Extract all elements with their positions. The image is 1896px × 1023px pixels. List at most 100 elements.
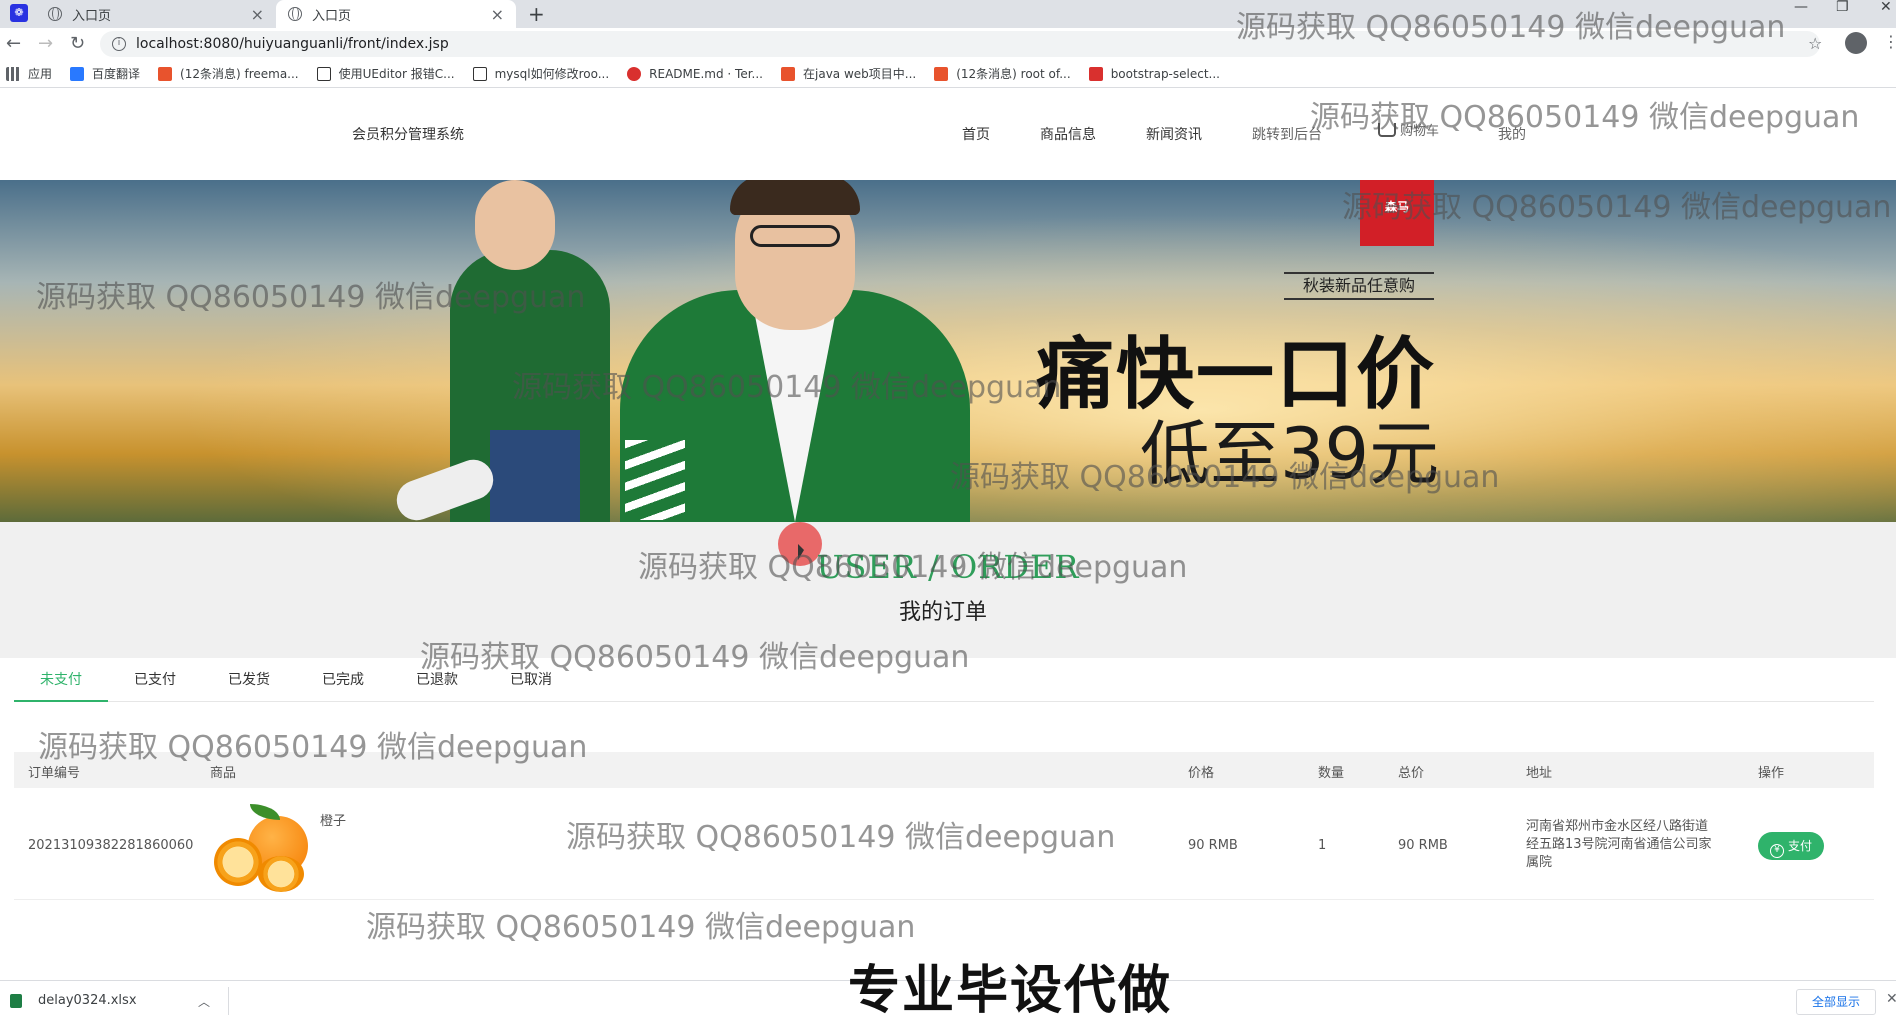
price: 90 RMB <box>1188 838 1238 853</box>
bookmark-label: (12条消息) root of... <box>956 67 1071 81</box>
tab-shipped[interactable]: 已发货 <box>202 664 296 702</box>
restore-icon[interactable]: ❐ <box>1836 0 1849 14</box>
pay-button[interactable]: ¥ 支付 <box>1758 832 1824 860</box>
bookmark-item[interactable]: (12条消息) freema... <box>158 65 299 82</box>
bookmark-item[interactable]: 百度翻译 <box>70 65 140 82</box>
back-arrow-icon[interactable]: ← <box>6 33 21 54</box>
col-qty: 数量 <box>1318 766 1345 781</box>
reload-icon[interactable]: ↻ <box>70 33 85 54</box>
shopping-cart-icon <box>1378 123 1396 137</box>
close-icon[interactable]: × <box>491 5 504 24</box>
col-total: 总价 <box>1398 766 1425 781</box>
nav-products[interactable]: 商品信息 <box>1040 124 1096 144</box>
col-order-no: 订单编号 <box>28 766 81 781</box>
nav-news[interactable]: 新闻资讯 <box>1146 124 1202 144</box>
close-icon[interactable]: × <box>251 5 264 24</box>
address-line: 经五路13号院河南省通信公司家 <box>1526 837 1712 852</box>
browser-tab-1[interactable]: 入口页 × <box>36 0 276 28</box>
bookmark-item[interactable]: README.md · Ter... <box>627 66 763 81</box>
window-close-icon[interactable]: ✕ <box>1880 0 1892 14</box>
banner-subtitle: 秋装新品任意购 <box>1284 272 1434 300</box>
address-line: 属院 <box>1526 855 1553 870</box>
bookmark-star-icon[interactable]: ☆ <box>1808 34 1822 53</box>
pay-button-label: 支付 <box>1787 839 1812 853</box>
order-status-tabs: 未支付 已支付 已发货 已完成 已退款 已取消 <box>14 664 1874 702</box>
gitee-icon <box>627 66 642 81</box>
overlay-caption: 专业毕设代做 <box>847 961 1172 1021</box>
bookmark-label: 使用UEditor 报错C... <box>338 67 455 81</box>
globe-icon <box>48 7 62 21</box>
jianshu-icon <box>1088 66 1103 81</box>
nav-mine[interactable]: 我的 <box>1498 124 1526 144</box>
browser-tab-strip: ❁ 入口页 × 入口页 × + — ❐ ✕ <box>0 0 1896 28</box>
nav-cart-label: 购物车 <box>1400 124 1440 139</box>
watermark: 源码获取 QQ86050149 微信deepguan <box>366 910 916 945</box>
forward-arrow-icon[interactable]: → <box>38 33 53 54</box>
tab-paid[interactable]: 已支付 <box>108 664 202 702</box>
info-icon[interactable]: i <box>112 37 126 51</box>
promo-banner[interactable]: 森马 秋装新品任意购 痛快一口价 低至39元 <box>0 180 1896 522</box>
csdn-icon <box>158 66 173 81</box>
bookmark-label: 应用 <box>28 67 53 81</box>
address-line: 河南省郑州市金水区经八路街道 <box>1526 819 1709 834</box>
bookmark-item[interactable]: 使用UEditor 报错C... <box>316 65 455 82</box>
bookmark-label: mysql如何修改roo... <box>494 67 610 81</box>
site-header: 会员积分管理系统 首页 商品信息 新闻资讯 跳转到后台 购物车 我的 <box>0 88 1896 180</box>
bookmark-item[interactable]: mysql如何修改roo... <box>472 65 610 82</box>
table-row: 20213109382281860060 橙子 90 RMB 1 90 RMB … <box>14 790 1874 900</box>
section-title-cn: 我的订单 <box>898 600 987 625</box>
bookmark-label: (12条消息) freema... <box>180 67 299 81</box>
bookmark-label: README.md · Ter... <box>649 66 763 81</box>
tab-cancelled[interactable]: 已取消 <box>484 664 578 702</box>
order-table-header: 订单编号 商品 价格 数量 总价 地址 操作 <box>14 752 1874 788</box>
bookmarks-bar: 应用 百度翻译 (12条消息) freema... 使用UEditor 报错C.… <box>0 60 1896 88</box>
profile-avatar-icon[interactable] <box>1845 32 1867 54</box>
csdn-icon <box>781 66 795 81</box>
banner-price: 低至39元 <box>1140 413 1440 495</box>
tab-unpaid[interactable]: 未支付 <box>14 664 108 702</box>
col-action: 操作 <box>1758 766 1785 781</box>
site-logo[interactable]: 会员积分管理系统 <box>352 124 464 144</box>
kebab-menu-icon[interactable]: ⋮ <box>1883 32 1896 51</box>
tab-completed[interactable]: 已完成 <box>296 664 390 702</box>
nav-home[interactable]: 首页 <box>962 124 990 144</box>
bookmark-item[interactable]: (12条消息) root of... <box>934 65 1071 82</box>
url-input[interactable]: i localhost:8080/huiyuanguanli/front/ind… <box>100 31 1820 57</box>
product-name: 橙子 <box>320 814 347 829</box>
col-product: 商品 <box>210 766 237 781</box>
bookmark-item[interactable]: 在java web项目中... <box>781 65 916 82</box>
banner-sleeve-stripes <box>625 440 685 520</box>
tab-title: 入口页 <box>312 8 352 24</box>
order-no: 20213109382281860060 <box>28 838 194 853</box>
bookmark-label: 在java web项目中... <box>803 67 917 81</box>
order-section-header <box>0 522 1896 658</box>
brand-logo: 森马 <box>1360 180 1434 246</box>
nav-admin[interactable]: 跳转到后台 <box>1252 124 1322 144</box>
total: 90 RMB <box>1398 838 1448 853</box>
browser-tab-2[interactable]: 入口页 × <box>276 0 516 28</box>
url-text: localhost:8080/huiyuanguanli/front/index… <box>136 36 449 52</box>
bookmark-label: bootstrap-select... <box>1110 66 1220 81</box>
minimize-icon[interactable]: — <box>1794 0 1808 14</box>
address-bar-row: ← → ↻ i localhost:8080/huiyuanguanli/fro… <box>0 28 1896 60</box>
product-image[interactable] <box>210 802 314 892</box>
tab-refunded[interactable]: 已退款 <box>390 664 484 702</box>
bookmark-site-icon <box>472 66 487 81</box>
address: 河南省郑州市金水区经八路街道 经五路13号院河南省通信公司家 属院 <box>1526 818 1712 872</box>
globe-icon <box>288 7 302 21</box>
translate-icon <box>70 66 85 81</box>
quantity: 1 <box>1318 838 1327 853</box>
tab-title: 入口页 <box>72 8 112 24</box>
bookmark-item[interactable]: bootstrap-select... <box>1088 66 1220 81</box>
section-title-en: USER / ORDER <box>816 548 1080 586</box>
baidu-paw-icon[interactable]: ❁ <box>10 4 28 22</box>
nav-cart[interactable]: 购物车 <box>1378 120 1439 139</box>
apps-grid-icon <box>6 66 20 81</box>
new-tab-plus-icon[interactable]: + <box>528 2 545 26</box>
col-price: 价格 <box>1188 766 1215 781</box>
col-address: 地址 <box>1526 766 1553 781</box>
bookmark-label: 百度翻译 <box>92 67 141 81</box>
csdn-icon <box>934 66 949 81</box>
bookmark-apps[interactable]: 应用 <box>6 65 52 82</box>
bookmark-site-icon <box>316 66 331 81</box>
